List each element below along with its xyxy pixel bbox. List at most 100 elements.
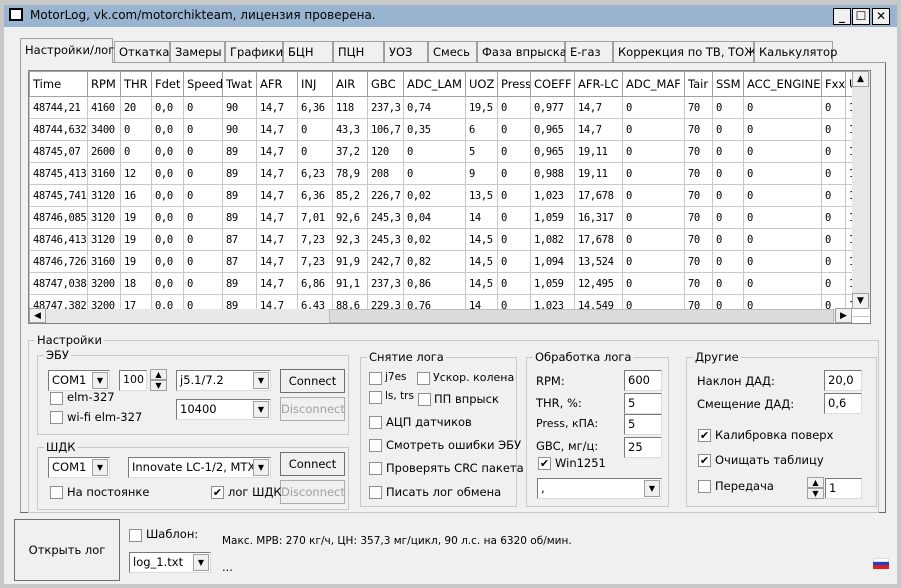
tab-1[interactable]: Откатка	[114, 41, 170, 62]
table-row[interactable]: 48746,413 3120 19 0,0 0 87 14,7 7,23 92,3 245,3 0,…	[29, 228, 870, 251]
column-header[interactable]: Speed	[183, 71, 223, 97]
ecu-baud-select[interactable]: 10400 ▼	[176, 399, 271, 420]
accel-checkbox[interactable]	[417, 372, 430, 385]
table-row[interactable]: 48745,741 3120 16 0,0 0 89 14,7 6,36 85,2 226,7 0,…	[29, 184, 870, 207]
wbo-port-select[interactable]: COM1 ▼	[48, 457, 110, 478]
thr-input[interactable]: 5	[624, 393, 662, 414]
tab-2[interactable]: Замеры	[170, 41, 225, 62]
table-cell: 0,02	[403, 184, 466, 207]
rpm-input[interactable]: 600	[624, 370, 662, 391]
minimize-button[interactable]: _	[833, 8, 851, 25]
slope-input[interactable]: 20,0	[824, 370, 862, 391]
tab-3[interactable]: Графики	[225, 41, 283, 62]
tab-6[interactable]: УОЗ	[384, 41, 428, 62]
column-header[interactable]: GBC	[367, 71, 404, 97]
vertical-scrollbar[interactable]: ▲ ▼	[852, 71, 870, 309]
column-header[interactable]: UOZ	[465, 71, 498, 97]
column-header[interactable]: AFR	[256, 71, 298, 97]
elm327-checkbox[interactable]	[50, 392, 63, 405]
tab-0[interactable]: Настройки/лог	[20, 38, 114, 63]
table-row[interactable]: 48746,726 3160 19 0,0 0 87 14,7 7,23 91,9 242,7 0,…	[29, 250, 870, 273]
table-row[interactable]: 48745,07 2600 0 0,0 0 89 14,7 0 37,2 120 0 5 0 0,965 1…	[29, 140, 870, 163]
scroll-down-icon[interactable]: ▼	[852, 293, 869, 309]
ecu-port-select[interactable]: COM1 ▼	[48, 370, 110, 391]
pp-injection-checkbox[interactable]	[418, 393, 431, 406]
offset-input[interactable]: 0,6	[824, 393, 862, 414]
column-header[interactable]: Time	[29, 71, 88, 97]
scroll-left-icon[interactable]: ◀	[29, 308, 46, 323]
tab-5[interactable]: ПЦН	[333, 41, 384, 62]
ecu-disconnect-button[interactable]: Disconnect	[280, 397, 345, 421]
calibration-checkbox[interactable]: ✔	[698, 429, 711, 442]
column-header[interactable]: ADC_MAF	[622, 71, 685, 97]
ecu-rate-input[interactable]: 100	[119, 370, 147, 391]
capture-title: Снятие лога	[369, 350, 444, 364]
wbo-connect-button[interactable]: Connect	[280, 452, 345, 476]
column-header[interactable]: SSM	[712, 71, 744, 97]
table-cell: 0	[403, 162, 466, 185]
ecu-protocol-select[interactable]: j5.1/7.2 ▼	[176, 370, 271, 391]
open-log-button[interactable]: Открыть лог	[14, 519, 120, 581]
scroll-thumb[interactable]	[329, 309, 834, 323]
accel-label: Ускор. колена	[433, 371, 515, 384]
table-row[interactable]: 48744,21 4160 20 0,0 0 90 14,7 6,36 118 237,3 0,74…	[29, 96, 870, 119]
errors-checkbox[interactable]	[369, 439, 382, 452]
scroll-up-icon[interactable]: ▲	[852, 71, 869, 87]
adc-checkbox[interactable]	[369, 416, 382, 429]
ls-trs-checkbox[interactable]	[369, 391, 382, 404]
column-header[interactable]: RPM	[87, 71, 121, 97]
tab-9[interactable]: E-газ	[565, 41, 613, 62]
wifi-elm327-checkbox[interactable]	[50, 411, 63, 424]
j7es-checkbox[interactable]	[369, 372, 382, 385]
wbo-log-checkbox[interactable]: ✔	[211, 486, 224, 499]
ecu-baud-value: 10400	[180, 402, 217, 416]
tab-10[interactable]: Коррекция по ТВ, ТОЖ	[613, 41, 757, 62]
press-input[interactable]: 5	[624, 414, 662, 435]
spin-up-icon[interactable]: ▲	[150, 369, 167, 380]
close-button[interactable]: ✕	[872, 8, 890, 25]
wbo-disconnect-button[interactable]: Disconnect	[280, 480, 345, 504]
column-header[interactable]: AIR	[332, 71, 368, 97]
column-header[interactable]: Fdet	[151, 71, 184, 97]
crc-checkbox[interactable]	[369, 462, 382, 475]
column-header[interactable]: Press	[497, 71, 531, 97]
column-header[interactable]: Twat	[222, 71, 257, 97]
column-header[interactable]: Tair	[684, 71, 713, 97]
column-header[interactable]: ACC_ENGINE	[743, 71, 822, 97]
table-cell: 0	[622, 206, 685, 229]
maximize-button[interactable]: ☐	[852, 8, 870, 25]
gbc-label: GBC, мг/ц:	[536, 439, 599, 453]
table-row[interactable]: 48746,085 3120 19 0,0 0 89 14,7 7,01 92,6 245,3 0,…	[29, 206, 870, 229]
permanent-checkbox[interactable]	[50, 486, 63, 499]
table-row[interactable]: 48745,413 3160 12 0,0 0 89 14,7 6,23 78,9 208 0 9 0 0…	[29, 162, 870, 185]
log-table[interactable]: Time RPM THR Fdet Speed Twat AFR INJ AIR GBC ADC_L…	[28, 70, 871, 324]
wbo-device-select[interactable]: Innovate LC-1/2, MTX-L ▼	[128, 457, 271, 478]
column-header[interactable]: ADC_LAM	[403, 71, 466, 97]
column-header[interactable]: Fxx	[821, 71, 846, 97]
exchange-log-checkbox[interactable]	[369, 486, 382, 499]
scroll-right-icon[interactable]: ▶	[835, 308, 852, 323]
tab-11[interactable]: Калькулятор	[754, 41, 837, 62]
spin-down-icon[interactable]: ▼	[150, 380, 167, 391]
column-header[interactable]: INJ	[297, 71, 333, 97]
tab-8[interactable]: Фаза впрыска	[477, 41, 567, 62]
tab-7[interactable]: Смесь	[428, 41, 477, 62]
column-header[interactable]: COEFF	[530, 71, 575, 97]
ecu-connect-button[interactable]: Connect	[280, 369, 345, 393]
log-file-select[interactable]: log_1.txt ▼	[129, 552, 211, 573]
gear-input[interactable]: 1	[825, 478, 862, 499]
spin-up-icon[interactable]: ▲	[807, 477, 824, 488]
horizontal-scrollbar[interactable]: ◀ ▶	[29, 308, 852, 323]
spin-down-icon[interactable]: ▼	[807, 488, 824, 499]
column-header[interactable]: AFR-LC	[574, 71, 623, 97]
win1251-checkbox[interactable]: ✔	[538, 457, 551, 470]
separator-select[interactable]: , ▼	[537, 478, 662, 499]
tab-4[interactable]: БЦН	[283, 41, 333, 62]
column-header[interactable]: THR	[120, 71, 152, 97]
table-row[interactable]: 48744,632 3400 0 0,0 0 90 14,7 0 43,3 106,7 0,35 6 0…	[29, 118, 870, 141]
clear-table-checkbox[interactable]: ✔	[698, 454, 711, 467]
gear-checkbox[interactable]	[698, 480, 711, 493]
table-row[interactable]: 48747,038 3200 18 0,0 0 89 14,7 6,86 91,1 237,3 0,…	[29, 272, 870, 295]
gbc-input[interactable]: 25	[624, 437, 662, 458]
template-checkbox[interactable]	[129, 529, 142, 542]
